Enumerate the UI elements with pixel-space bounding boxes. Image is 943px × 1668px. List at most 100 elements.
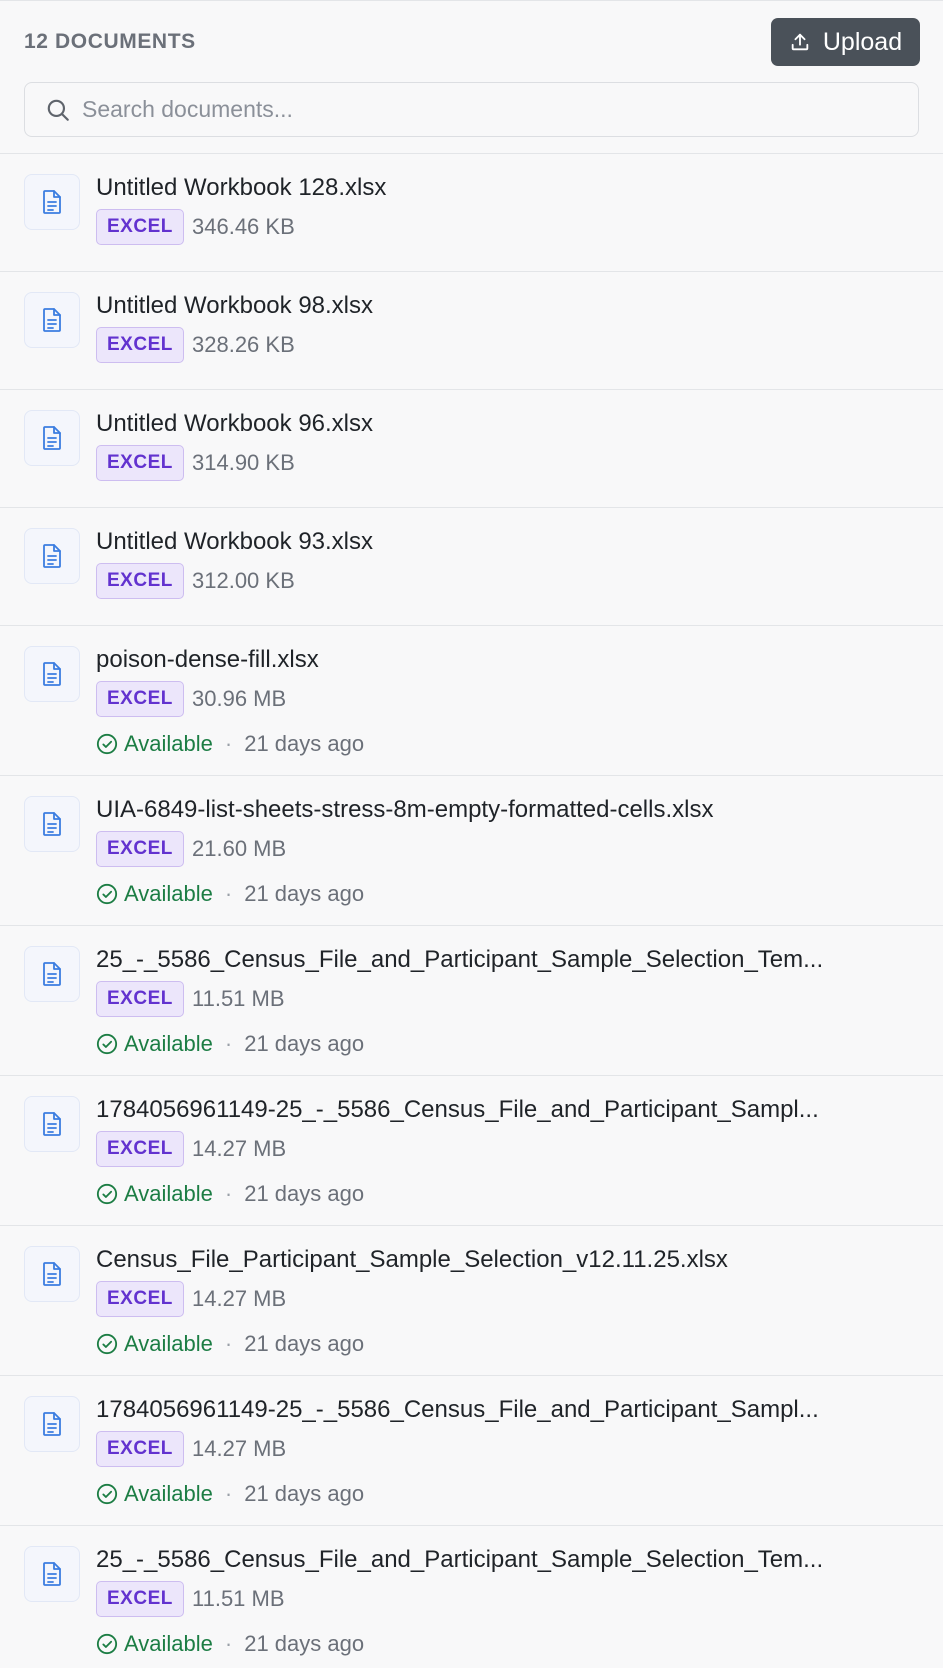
document-name: Untitled Workbook 93.xlsx <box>96 528 374 555</box>
document-row[interactable]: poison-dense-fill.xlsx EXCEL 30.96 MB Av… <box>0 626 943 776</box>
status-text: Available <box>124 1181 213 1206</box>
status-line: Available · 21 days ago <box>96 1031 364 1057</box>
upload-icon <box>789 31 811 53</box>
status-line: Available · 21 days ago <box>96 881 364 907</box>
document-icon <box>24 1546 80 1602</box>
check-circle-icon <box>96 1483 124 1505</box>
status-text: Available <box>124 1031 213 1056</box>
file-size: 14.27 MB <box>192 1136 287 1161</box>
upload-button-label: Upload <box>822 27 903 56</box>
uploaded-age: 21 days ago <box>244 1331 365 1356</box>
document-name: Untitled Workbook 98.xlsx <box>96 292 374 319</box>
document-row[interactable]: Untitled Workbook 93.xlsx EXCEL 312.00 K… <box>0 508 943 626</box>
document-row[interactable]: 25_-_5586_Census_File_and_Participant_Sa… <box>0 1526 943 1668</box>
documents-header: 12 DOCUMENTS Upload <box>0 0 943 154</box>
search-box[interactable] <box>24 82 919 137</box>
search-icon <box>45 97 71 123</box>
file-type-badge: EXCEL <box>96 1131 184 1167</box>
check-circle-icon <box>96 733 124 755</box>
document-name: 1784056961149-25_-_5586_Census_File_and_… <box>96 1096 819 1123</box>
document-icon <box>24 1246 80 1302</box>
file-size: 30.96 MB <box>192 686 287 711</box>
separator-dot: · <box>224 1481 233 1506</box>
document-icon <box>24 528 80 584</box>
documents-panel: 12 DOCUMENTS Upload Search documents... … <box>0 0 943 1668</box>
document-name: UIA-6849-list-sheets-stress-8m-empty-for… <box>96 796 714 823</box>
document-icon <box>24 796 80 852</box>
file-size: 346.46 KB <box>192 214 295 239</box>
check-circle-icon <box>96 1633 124 1655</box>
file-type-badge: EXCEL <box>96 1431 184 1467</box>
document-row[interactable]: Untitled Workbook 98.xlsx EXCEL 328.26 K… <box>0 272 943 390</box>
document-name: poison-dense-fill.xlsx <box>96 646 319 673</box>
separator-dot: · <box>224 1331 233 1356</box>
check-circle-icon <box>96 1183 124 1205</box>
search-input[interactable] <box>82 96 882 123</box>
file-type-badge: EXCEL <box>96 563 184 599</box>
uploaded-age: 21 days ago <box>244 881 365 906</box>
file-type-badge: EXCEL <box>96 1581 184 1617</box>
status-line: Available · 21 days ago <box>96 1631 364 1657</box>
document-row[interactable]: Untitled Workbook 128.xlsx EXCEL 346.46 … <box>0 154 943 272</box>
uploaded-age: 21 days ago <box>244 1481 365 1506</box>
document-name: 25_-_5586_Census_File_and_Participant_Sa… <box>96 1546 824 1573</box>
file-type-badge: EXCEL <box>96 681 184 717</box>
uploaded-age: 21 days ago <box>244 1031 365 1056</box>
document-row[interactable]: 1784056961149-25_-_5586_Census_File_and_… <box>0 1376 943 1526</box>
status-text: Available <box>124 881 213 906</box>
document-icon <box>24 646 80 702</box>
document-row[interactable]: 1784056961149-25_-_5586_Census_File_and_… <box>0 1076 943 1226</box>
document-icon <box>24 410 80 466</box>
check-circle-icon <box>96 1033 124 1055</box>
file-size: 328.26 KB <box>192 332 295 357</box>
file-type-badge: EXCEL <box>96 981 184 1017</box>
document-icon <box>24 946 80 1002</box>
document-icon <box>24 292 80 348</box>
document-icon <box>24 1096 80 1152</box>
status-text: Available <box>124 1481 213 1506</box>
separator-dot: · <box>224 1031 233 1056</box>
file-type-badge: EXCEL <box>96 327 184 363</box>
file-size: 21.60 MB <box>192 836 287 861</box>
uploaded-age: 21 days ago <box>244 1631 365 1656</box>
document-name: Census_File_Participant_Sample_Selection… <box>96 1246 728 1273</box>
file-size: 11.51 MB <box>192 1586 285 1611</box>
document-row[interactable]: 25_-_5586_Census_File_and_Participant_Sa… <box>0 926 943 1076</box>
file-size: 312.00 KB <box>192 568 295 593</box>
document-row[interactable]: UIA-6849-list-sheets-stress-8m-empty-for… <box>0 776 943 926</box>
separator-dot: · <box>224 1181 233 1206</box>
file-size: 14.27 MB <box>192 1436 287 1461</box>
uploaded-age: 21 days ago <box>244 1181 365 1206</box>
document-icon <box>24 174 80 230</box>
document-row[interactable]: Census_File_Participant_Sample_Selection… <box>0 1226 943 1376</box>
file-type-badge: EXCEL <box>96 445 184 481</box>
document-name: 25_-_5586_Census_File_and_Participant_Sa… <box>96 946 824 973</box>
file-type-badge: EXCEL <box>96 209 184 245</box>
document-row[interactable]: Untitled Workbook 96.xlsx EXCEL 314.90 K… <box>0 390 943 508</box>
file-type-badge: EXCEL <box>96 1281 184 1317</box>
separator-dot: · <box>224 731 233 756</box>
status-text: Available <box>124 1331 213 1356</box>
document-count: 12 DOCUMENTS <box>24 30 196 53</box>
document-icon <box>24 1396 80 1452</box>
file-size: 314.90 KB <box>192 450 295 475</box>
document-name: Untitled Workbook 128.xlsx <box>96 174 387 201</box>
document-list: Untitled Workbook 128.xlsx EXCEL 346.46 … <box>0 154 943 1668</box>
uploaded-age: 21 days ago <box>244 731 365 756</box>
file-size: 11.51 MB <box>192 986 285 1011</box>
status-text: Available <box>124 1631 213 1656</box>
check-circle-icon <box>96 1333 124 1355</box>
status-line: Available · 21 days ago <box>96 1481 364 1507</box>
status-line: Available · 21 days ago <box>96 731 364 757</box>
separator-dot: · <box>224 881 233 906</box>
file-type-badge: EXCEL <box>96 831 184 867</box>
separator-dot: · <box>224 1631 233 1656</box>
status-line: Available · 21 days ago <box>96 1181 364 1207</box>
upload-button[interactable]: Upload <box>771 18 920 66</box>
status-line: Available · 21 days ago <box>96 1331 364 1357</box>
status-text: Available <box>124 731 213 756</box>
check-circle-icon <box>96 883 124 905</box>
document-name: 1784056961149-25_-_5586_Census_File_and_… <box>96 1396 819 1423</box>
document-name: Untitled Workbook 96.xlsx <box>96 410 374 437</box>
file-size: 14.27 MB <box>192 1286 287 1311</box>
